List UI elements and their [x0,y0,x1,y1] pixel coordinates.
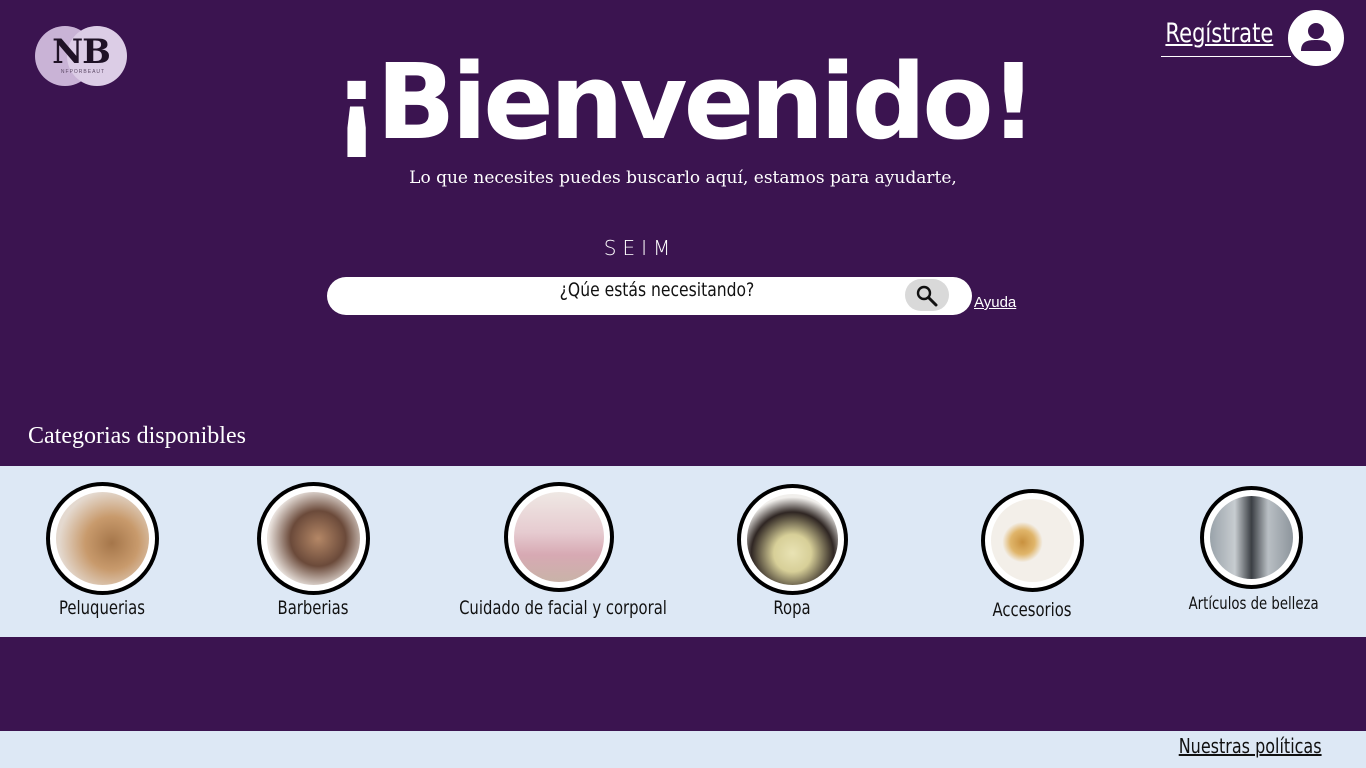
search-input[interactable]: ¿Qúe estás necesitando? [386,279,927,301]
help-link[interactable]: Ayuda [974,294,1016,311]
category-label: Ropa [773,597,811,619]
category-image[interactable] [504,482,614,592]
category-label: Cuidado de facial y corporal [459,597,667,619]
search-button[interactable] [905,279,949,311]
category-image[interactable] [981,489,1084,592]
page-subtitle: Lo que necesites puedes buscarlo aquí, e… [409,168,957,188]
categories-heading: Categorias disponibles [28,423,246,449]
category-label: Accesorios [992,599,1072,621]
category-image[interactable] [1200,486,1303,589]
category-label: Peluquerias [59,597,145,619]
category-label: Artículos de belleza [1188,594,1319,614]
policies-link[interactable]: Nuestras políticas [1179,734,1322,758]
brand-name: SEIM [603,236,677,260]
categories-band: Peluquerias Barberias Cuidado de facial … [0,466,1366,637]
category-image[interactable] [737,484,848,595]
category-image[interactable] [257,482,370,595]
category-label: Barberias [277,597,349,619]
search-bar[interactable]: ¿Qúe estás necesitando? [327,277,972,315]
page-title: ¡Bienvenido! [332,41,1037,163]
category-image[interactable] [46,482,159,595]
footer: Nuestras políticas [0,731,1366,768]
search-icon [916,285,938,307]
